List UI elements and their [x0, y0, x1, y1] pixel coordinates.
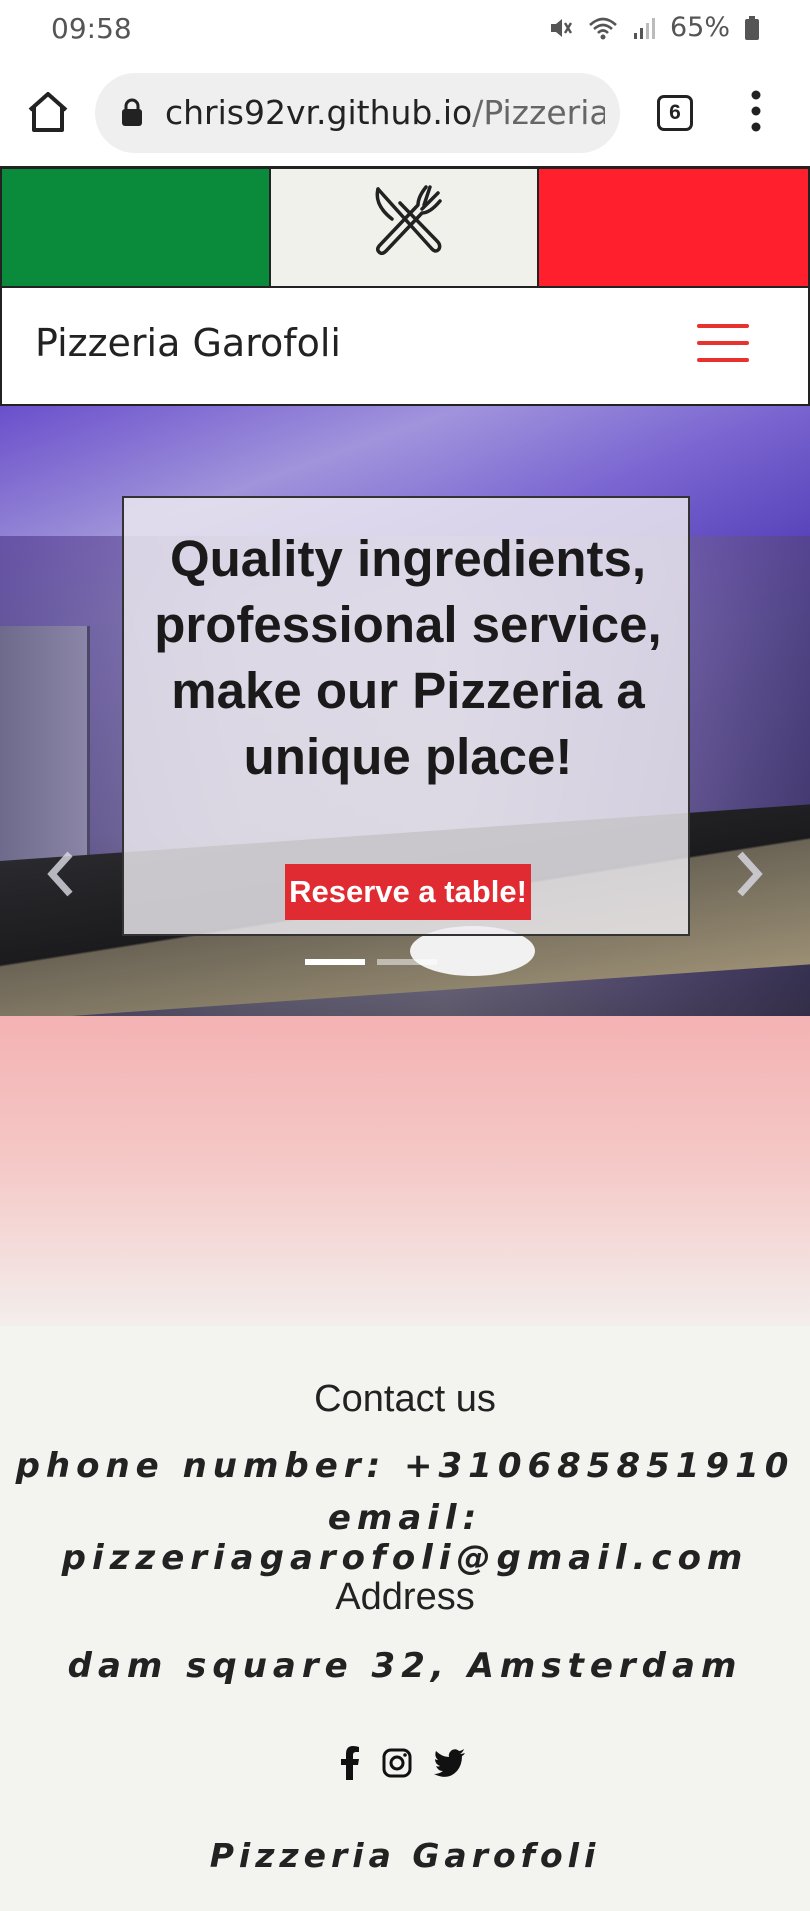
lock-icon: [122, 98, 142, 126]
url-text: chris92vr.github.io/Pizzeria-G: [165, 93, 605, 132]
status-bar: 09:58 65%: [0, 0, 810, 58]
status-time: 09:58: [51, 12, 132, 45]
tab-switcher-button[interactable]: 6: [657, 95, 693, 131]
hero-carousel: Quality ingredients, professional servic…: [0, 406, 810, 1016]
carousel-indicators: [305, 959, 437, 965]
address-title: Address: [335, 1576, 475, 1618]
mute-icon: [550, 18, 573, 37]
battery-percent: 65%: [669, 12, 730, 43]
facebook-icon[interactable]: [340, 1746, 360, 1780]
browser-toolbar: chris92vr.github.io/Pizzeria-G 6: [0, 58, 810, 166]
instagram-icon[interactable]: [382, 1748, 412, 1778]
flag-red-stripe: [539, 169, 810, 286]
carousel-indicator-2[interactable]: [377, 959, 437, 965]
street-address: dam square 32, Amsterdam: [67, 1646, 743, 1686]
phone-number[interactable]: phone number: +310685851910: [0, 1446, 810, 1486]
signal-icon: [633, 17, 655, 39]
twitter-icon[interactable]: [434, 1749, 466, 1777]
decorative-gradient-band: [0, 1016, 810, 1326]
url-path: /Pizzeria-G: [472, 93, 605, 132]
battery-icon: [745, 15, 759, 40]
italian-flag-banner: [0, 166, 810, 288]
hero-title: Quality ingredients, professional servic…: [154, 530, 662, 785]
cutlery-icon: [375, 185, 442, 256]
url-host: chris92vr.github.io: [165, 93, 473, 132]
carousel-indicator-1[interactable]: [305, 959, 365, 965]
address-bar[interactable]: chris92vr.github.io/Pizzeria-G: [95, 73, 620, 153]
flag-green-stripe: [0, 169, 271, 286]
hamburger-menu-icon[interactable]: [697, 324, 749, 364]
reserve-table-button[interactable]: Reserve a table!: [285, 864, 531, 920]
more-options-icon[interactable]: [744, 86, 768, 136]
email-address[interactable]: email: pizzeriagarofoli@gmail.com: [0, 1498, 810, 1578]
site-navbar: Pizzeria Garofoli: [0, 288, 810, 406]
social-links: [340, 1746, 466, 1780]
carousel-next-icon[interactable]: [732, 846, 768, 902]
hero-caption-card: Quality ingredients, professional servic…: [122, 496, 690, 936]
carousel-prev-icon[interactable]: [42, 846, 78, 902]
status-icons: 65%: [548, 12, 760, 43]
wifi-icon: [589, 17, 617, 39]
flag-white-stripe: [271, 169, 539, 286]
contact-section: Contact us phone number: +310685851910 e…: [0, 1326, 810, 1911]
contact-title: Contact us: [314, 1378, 496, 1420]
footer-brand: Pizzeria Garofoli: [209, 1836, 601, 1875]
home-icon[interactable]: [24, 88, 72, 136]
brand-link[interactable]: Pizzeria Garofoli: [35, 321, 341, 365]
